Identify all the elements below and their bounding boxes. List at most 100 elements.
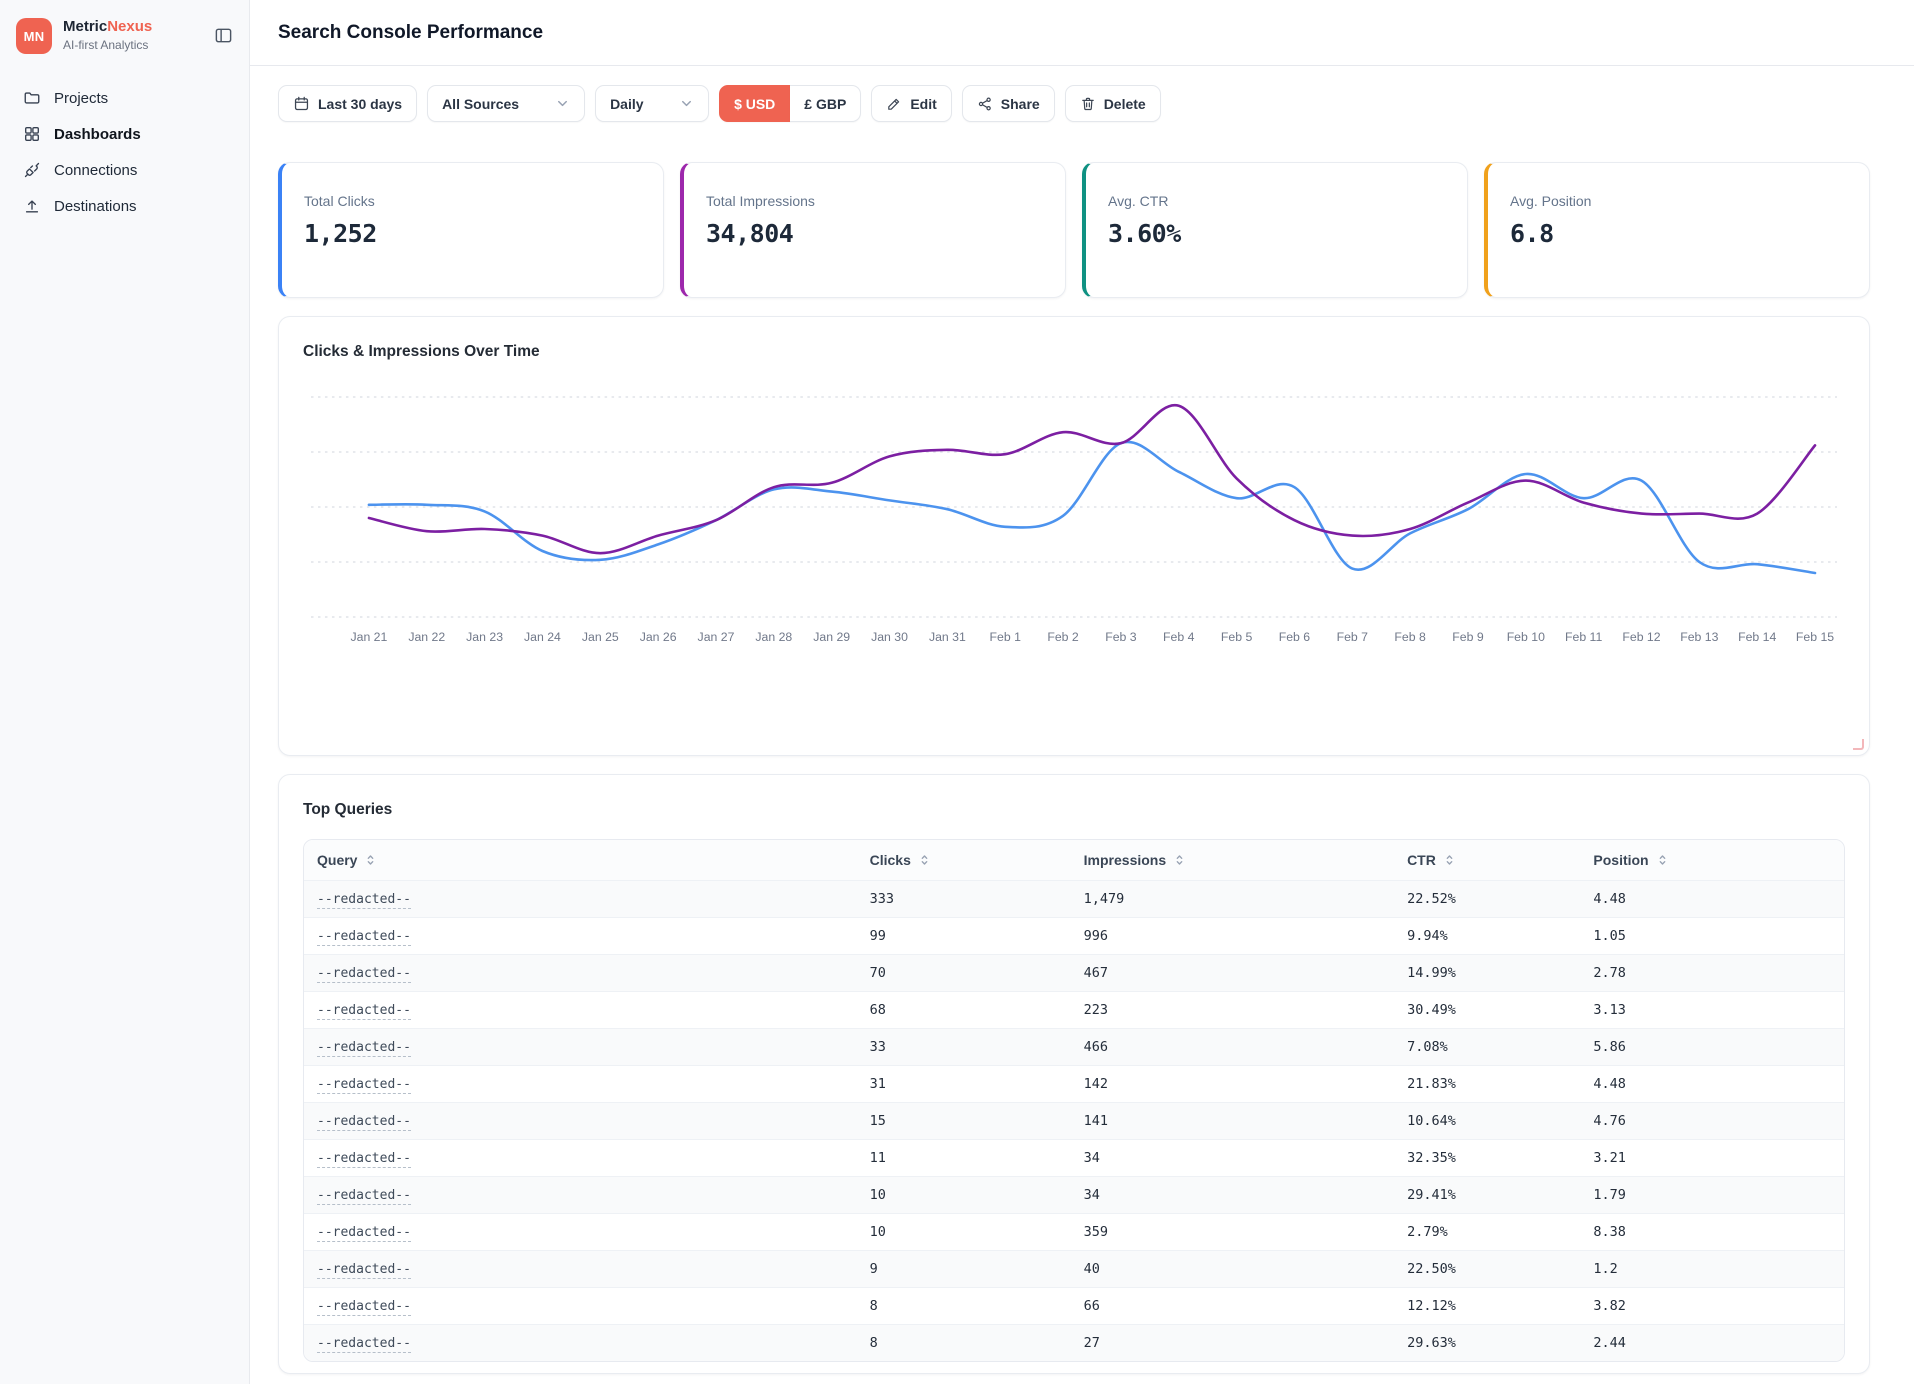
value-cell: 9.94% [1405, 928, 1591, 944]
value-cell: 34 [1082, 1187, 1405, 1203]
source-filter-select[interactable]: All Sources [427, 85, 585, 122]
sidebar-item-dashboards[interactable]: Dashboards [0, 116, 249, 152]
stat-label: Total Impressions [706, 193, 1043, 209]
page-title: Search Console Performance [278, 22, 543, 44]
sidebar-item-connections[interactable]: Connections [0, 152, 249, 188]
value-cell: 359 [1082, 1224, 1405, 1240]
value-cell: 1.2 [1591, 1261, 1844, 1277]
granularity-value: Daily [610, 96, 643, 112]
sidebar-item-label: Destinations [54, 198, 137, 215]
stats-row: Total Clicks1,252Total Impressions34,804… [278, 162, 1870, 298]
sidebar-item-projects[interactable]: Projects [0, 80, 249, 116]
sidebar-item-label: Projects [54, 90, 108, 107]
value-cell: 996 [1082, 928, 1405, 944]
column-label: Query [317, 852, 357, 868]
value-cell: 15 [868, 1113, 1082, 1129]
redacted-query: --redacted-- [317, 1151, 411, 1168]
share-button[interactable]: Share [962, 85, 1055, 122]
pencil-icon [886, 96, 902, 112]
value-cell: 99 [868, 928, 1082, 944]
value-cell: 467 [1082, 965, 1405, 981]
toolbar: Last 30 days All Sources Daily $ USD £ G… [278, 85, 1870, 122]
query-cell: --redacted-- [304, 1335, 868, 1351]
stat-value: 3.60% [1108, 219, 1445, 248]
x-axis-label: Jan 31 [929, 630, 966, 644]
sidebar-item-destinations[interactable]: Destinations [0, 188, 249, 224]
query-cell: --redacted-- [304, 1002, 868, 1018]
value-cell: 5.86 [1591, 1039, 1844, 1055]
table-row: --redacted--1514110.64%4.76 [304, 1102, 1844, 1139]
x-axis-label: Jan 22 [408, 630, 445, 644]
query-cell: --redacted-- [304, 1113, 868, 1129]
page-header: Search Console Performance [250, 0, 1914, 66]
column-header-impressions[interactable]: Impressions [1082, 852, 1405, 868]
table-row: --redacted--86612.12%3.82 [304, 1287, 1844, 1324]
column-header-position[interactable]: Position [1591, 852, 1844, 868]
column-header-clicks[interactable]: Clicks [868, 852, 1082, 868]
table-row: --redacted--3331,47922.52%4.48 [304, 880, 1844, 917]
query-cell: --redacted-- [304, 1298, 868, 1314]
folder-icon [23, 89, 41, 107]
sort-icon [1656, 853, 1669, 867]
date-range-label: Last 30 days [318, 96, 402, 112]
sidebar-nav: Projects Dashboards Connections Destination… [0, 80, 249, 224]
value-cell: 29.41% [1405, 1187, 1591, 1203]
x-axis-label: Feb 3 [1105, 630, 1137, 644]
edit-button[interactable]: Edit [871, 85, 951, 122]
x-axis-label: Feb 13 [1680, 630, 1718, 644]
table-row: --redacted--999969.94%1.05 [304, 917, 1844, 954]
value-cell: 2.78 [1591, 965, 1844, 981]
table-row: --redacted--3114221.83%4.48 [304, 1065, 1844, 1102]
value-cell: 1.79 [1591, 1187, 1844, 1203]
date-range-button[interactable]: Last 30 days [278, 85, 417, 122]
value-cell: 4.76 [1591, 1113, 1844, 1129]
top-queries-title: Top Queries [303, 801, 1845, 819]
value-cell: 22.52% [1405, 891, 1591, 907]
value-cell: 14.99% [1405, 965, 1591, 981]
stat-label: Total Clicks [304, 193, 641, 209]
redacted-query: --redacted-- [317, 1225, 411, 1242]
value-cell: 4.48 [1591, 1076, 1844, 1092]
value-cell: 40 [1082, 1261, 1405, 1277]
column-header-query[interactable]: Query [304, 852, 868, 868]
redacted-query: --redacted-- [317, 1299, 411, 1316]
value-cell: 7.08% [1405, 1039, 1591, 1055]
value-cell: 32.35% [1405, 1150, 1591, 1166]
x-axis-label: Feb 11 [1565, 630, 1602, 644]
x-axis-label: Feb 4 [1163, 630, 1195, 644]
delete-button[interactable]: Delete [1065, 85, 1161, 122]
plug-icon [23, 161, 41, 179]
value-cell: 33 [868, 1039, 1082, 1055]
x-axis-label: Feb 8 [1394, 630, 1426, 644]
brand: MN MetricNexus AI-first Analytics [0, 0, 249, 66]
value-cell: 8.38 [1591, 1224, 1844, 1240]
value-cell: 34 [1082, 1150, 1405, 1166]
sidebar-toggle-button[interactable] [212, 24, 235, 47]
value-cell: 2.79% [1405, 1224, 1591, 1240]
value-cell: 70 [868, 965, 1082, 981]
x-axis-label: Feb 2 [1047, 630, 1079, 644]
x-axis-label: Jan 27 [698, 630, 735, 644]
brand-name: MetricNexus [63, 18, 212, 36]
chevron-down-icon [679, 96, 694, 111]
sort-icon [364, 853, 377, 867]
currency-usd-button[interactable]: $ USD [719, 85, 790, 122]
x-axis-label: Feb 5 [1221, 630, 1253, 644]
value-cell: 10 [868, 1224, 1082, 1240]
value-cell: 66 [1082, 1298, 1405, 1314]
column-header-ctr[interactable]: CTR [1405, 852, 1591, 868]
redacted-query: --redacted-- [317, 1040, 411, 1057]
redacted-query: --redacted-- [317, 1003, 411, 1020]
granularity-select[interactable]: Daily [595, 85, 709, 122]
value-cell: 466 [1082, 1039, 1405, 1055]
delete-label: Delete [1104, 96, 1146, 112]
sidebar-item-label: Dashboards [54, 126, 141, 143]
table-row: --redacted--7046714.99%2.78 [304, 954, 1844, 991]
query-cell: --redacted-- [304, 928, 868, 944]
card-resize-handle[interactable] [1853, 739, 1864, 750]
value-cell: 12.12% [1405, 1298, 1591, 1314]
content: Last 30 days All Sources Daily $ USD £ G… [250, 66, 1914, 1384]
calendar-icon [293, 95, 310, 112]
currency-gbp-button[interactable]: £ GBP [790, 85, 861, 122]
stat-card-avg-position: Avg. Position6.8 [1484, 162, 1870, 298]
